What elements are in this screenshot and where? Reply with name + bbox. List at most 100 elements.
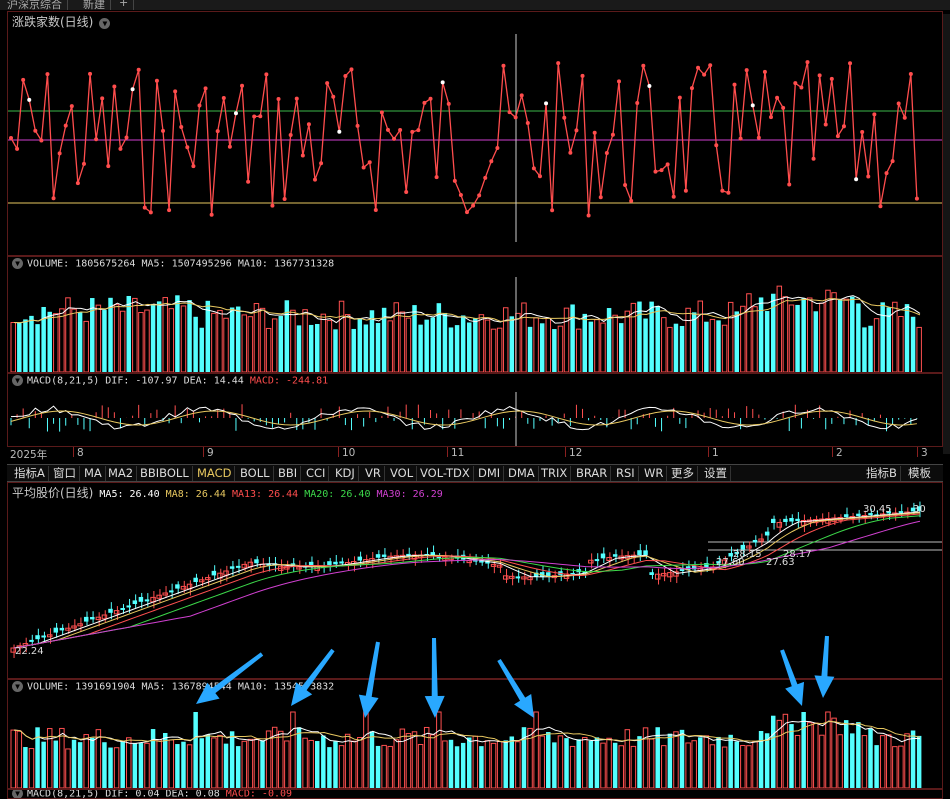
volume-bar-up (569, 745, 576, 788)
volume-bar-down (837, 299, 843, 372)
indicator-trix[interactable]: TRIX (538, 466, 572, 481)
volume-bar-up (126, 737, 132, 788)
volume-bar-down (296, 727, 302, 788)
volume-bar-up (837, 734, 843, 788)
chevron-down-icon[interactable]: ▼ (12, 790, 23, 798)
volume-bar-down (570, 304, 575, 372)
volume-bar-up (806, 297, 813, 372)
window-button[interactable]: 窗口 (50, 466, 80, 481)
indicator-a-button[interactable]: 指标A (11, 466, 49, 481)
volume-bar-down (187, 300, 192, 372)
advance-decline-point (744, 68, 749, 73)
tab-add[interactable]: + (114, 0, 135, 10)
template-button[interactable]: 模板 (905, 466, 934, 481)
candle-down (132, 600, 138, 604)
advance-decline-point (167, 208, 172, 213)
volume-bar-down (235, 306, 241, 372)
volume-bar-down (430, 317, 435, 372)
advance-decline-point (209, 212, 214, 217)
volume-bar-up (186, 744, 193, 788)
volume-bar-down (467, 737, 472, 788)
volume-bar-down (175, 744, 180, 788)
advance-decline-point (191, 164, 196, 169)
volume-bar-up (916, 326, 922, 372)
axis-year: 2025年 (10, 449, 48, 461)
indicator-kdj[interactable]: KDJ (332, 466, 359, 481)
volume-bar-up (320, 313, 327, 372)
volume-bar-up (879, 735, 886, 788)
advance-decline-point (227, 144, 232, 149)
volume-bar-down (503, 740, 508, 788)
tab-new[interactable]: 新建 (78, 0, 111, 10)
settings-button[interactable]: 设置 (701, 466, 731, 481)
indicator-dmi[interactable]: DMI (475, 466, 505, 481)
chevron-down-icon[interactable]: ▼ (12, 681, 23, 692)
advance-decline-point (458, 193, 463, 198)
volume-bar-down (17, 322, 22, 372)
indicator-boll[interactable]: BOLL (237, 466, 274, 481)
price-label: 27.60 (716, 557, 745, 568)
candle-up (156, 594, 162, 599)
volume-bar-down (521, 727, 527, 788)
advance-decline-point (422, 100, 427, 105)
advance-decline-point (756, 135, 761, 140)
advance-decline-point (489, 159, 494, 164)
indicator-ma2[interactable]: MA2 (105, 466, 138, 481)
volume-bar-up (533, 711, 539, 788)
volume-bar-down (357, 318, 363, 372)
indicator-vol[interactable]: VOL (387, 466, 418, 481)
volume-bar-up (539, 735, 545, 788)
candle-down (138, 596, 144, 602)
volume-bar-down (539, 323, 545, 372)
indicator-vr[interactable]: VR (362, 466, 385, 481)
axis-month: 11 (451, 447, 465, 459)
chevron-down-icon[interactable]: ▼ (99, 17, 111, 29)
volume-bar-down (229, 307, 235, 372)
indicator-bbiboll[interactable]: BBIBOLL (137, 466, 193, 481)
volume-bar-down (594, 737, 600, 788)
chevron-down-icon[interactable]: ▼ (12, 258, 23, 269)
candle-up (46, 634, 53, 638)
advance-decline-point (477, 193, 482, 198)
advance-decline-point (714, 143, 719, 148)
tab-market-composite[interactable]: 沪深京综合 (2, 0, 68, 10)
right-scrollbar[interactable] (943, 14, 950, 454)
advance-decline-point (106, 164, 111, 169)
indicator-wr[interactable]: WR (641, 466, 668, 481)
advance-decline-point (27, 97, 32, 102)
indicator-vol-tdx[interactable]: VOL-TDX (417, 466, 474, 481)
indicator-dma[interactable]: DMA (505, 466, 539, 481)
volume-bar-down (41, 741, 46, 788)
candle-down (357, 556, 363, 561)
volume-bar-down (479, 746, 484, 788)
volume-bar-up (363, 711, 369, 788)
volume-bar-up (490, 328, 497, 372)
candle-down (53, 627, 59, 633)
advance-decline-point (404, 189, 409, 194)
candle-up (162, 592, 168, 596)
volume-bar-up (667, 326, 673, 372)
indicator-ma[interactable]: MA (81, 466, 106, 481)
advance-decline-point (635, 100, 640, 105)
advance-decline-point (69, 104, 74, 109)
chevron-down-icon[interactable]: ▼ (12, 375, 23, 386)
volume-bar-down (23, 319, 28, 372)
advance-decline-point (39, 138, 44, 143)
advance-decline-point (197, 103, 202, 108)
volume-bar-down (108, 747, 113, 788)
volume-bar-up (825, 289, 831, 372)
indicator-bbi[interactable]: BBI (275, 466, 302, 481)
more-button[interactable]: 更多 (668, 466, 698, 481)
indicator-cci[interactable]: CCI (303, 466, 330, 481)
indicator-b-button[interactable]: 指标B (863, 466, 901, 481)
indicator-macd[interactable]: MACD (194, 466, 236, 481)
candle-down (29, 639, 34, 642)
candle-down (789, 517, 794, 522)
indicator-brar[interactable]: BRAR (573, 466, 612, 481)
volume-bar-down (351, 328, 356, 372)
volume-bar-up (59, 727, 65, 788)
indicator-rsi[interactable]: RSI (613, 466, 639, 481)
candle-up (466, 560, 472, 564)
advance-decline-panel: 涨跌家数(日线) ▼ (7, 11, 943, 256)
advance-decline-point (610, 132, 615, 137)
